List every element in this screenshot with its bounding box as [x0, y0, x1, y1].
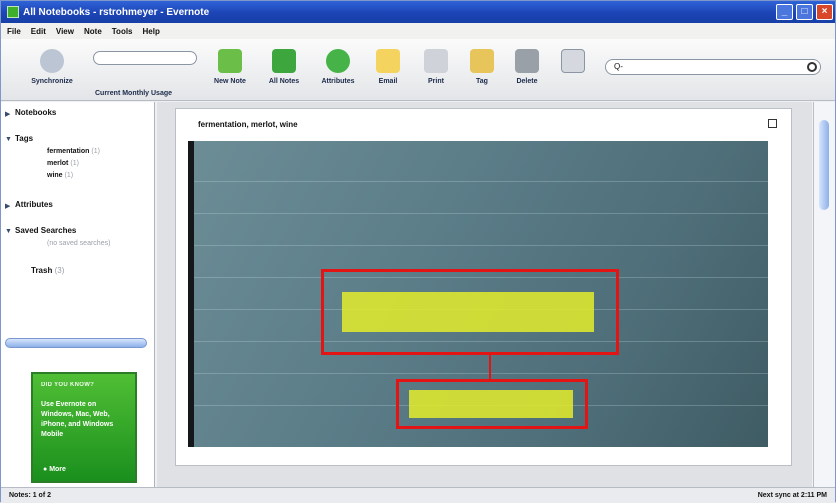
note-tags: fermentation, merlot, wine [198, 120, 298, 129]
next-sync: Next sync at 2:11 PM [757, 492, 827, 499]
close-button[interactable]: × [816, 4, 833, 20]
all-notes-button[interactable]: All Notes [257, 49, 311, 85]
usage-label: Current Monthly Usage [95, 90, 173, 97]
tag-item[interactable]: fermentation (1) [47, 148, 100, 155]
menu-tools[interactable]: Tools [112, 27, 133, 36]
clear-search-icon[interactable] [807, 62, 817, 72]
saved-searches-hint: (no saved searches) [47, 240, 111, 247]
sidebar-horizontal-scrollbar[interactable] [5, 338, 147, 348]
notebook-photo [188, 141, 768, 447]
promo-more-link[interactable]: ● More [43, 466, 66, 473]
attributes-button[interactable]: Attributes [311, 49, 365, 85]
window-title: All Notebooks - rstrohmeyer - Evernote [23, 6, 210, 18]
saved-searches-collapse-icon[interactable]: ▼ [5, 228, 12, 235]
sidebar-saved-searches[interactable]: Saved Searches [15, 226, 76, 235]
sidebar-notebooks[interactable]: Notebooks [15, 108, 56, 117]
maximize-button[interactable]: □ [796, 4, 813, 20]
sidebar-tags[interactable]: Tags [15, 134, 33, 143]
attributes-expand-icon[interactable]: ▶ [5, 202, 10, 210]
title-bar: All Notebooks - rstrohmeyer - Evernote _… [1, 1, 835, 23]
notebooks-expand-icon[interactable]: ▶ [5, 110, 10, 118]
tag-item[interactable]: merlot (1) [47, 160, 79, 167]
email-button[interactable]: Email [361, 49, 415, 85]
all-notes-icon [272, 49, 296, 73]
trash-icon [515, 49, 539, 73]
note-expand-toggle[interactable] [768, 119, 777, 128]
sidebar: ▶ Notebooks ▼ Tags fermentation (1) merl… [1, 102, 155, 487]
note-card[interactable]: fermentation, merlot, wine [175, 108, 792, 466]
note-pane: fermentation, merlot, wine [157, 102, 812, 487]
search-input[interactable]: Q- [605, 59, 821, 75]
evernote-app-icon [7, 6, 19, 18]
tags-collapse-icon[interactable]: ▼ [5, 136, 12, 143]
menu-view[interactable]: View [56, 27, 74, 36]
menu-bar: File Edit View Note Tools Help [1, 23, 835, 39]
menu-file[interactable]: File [7, 27, 21, 36]
menu-help[interactable]: Help [143, 27, 160, 36]
status-bar: Notes: 1 of 2 Next sync at 2:11 PM [1, 487, 835, 503]
sync-icon [40, 49, 64, 73]
list-view-icon [561, 49, 585, 73]
usage-meter [93, 51, 197, 65]
highlight-connector [489, 355, 491, 379]
menu-edit[interactable]: Edit [31, 27, 46, 36]
menu-note[interactable]: Note [84, 27, 102, 36]
view-toggle-button[interactable] [546, 49, 600, 78]
print-icon [424, 49, 448, 73]
minimize-button[interactable]: _ [776, 4, 793, 20]
highlight-box-large [321, 269, 619, 355]
sync-button[interactable]: Synchronize [25, 49, 79, 85]
new-note-icon [218, 49, 242, 73]
toolbar: Synchronize Current Monthly Usage New No… [1, 39, 835, 101]
email-icon [376, 49, 400, 73]
vertical-scrollbar[interactable] [813, 102, 835, 487]
sidebar-trash[interactable]: Trash (3) [31, 266, 64, 275]
highlight-box-small [396, 379, 588, 429]
tag-item[interactable]: wine (1) [47, 172, 73, 179]
note-count: Notes: 1 of 2 [9, 492, 52, 499]
attributes-icon [326, 49, 350, 73]
scroll-thumb[interactable] [819, 120, 829, 210]
sidebar-attributes[interactable]: Attributes [15, 200, 53, 209]
app-window: All Notebooks - rstrohmeyer - Evernote _… [0, 0, 836, 503]
new-note-button[interactable]: New Note [203, 49, 257, 85]
promo-heading: DID YOU KNOW? [41, 382, 95, 388]
promo-text: Use Evernote on Windows, Mac, Web, iPhon… [41, 401, 114, 438]
promo-panel[interactable]: DID YOU KNOW? Use Evernote on Windows, M… [31, 372, 137, 483]
tag-icon [470, 49, 494, 73]
